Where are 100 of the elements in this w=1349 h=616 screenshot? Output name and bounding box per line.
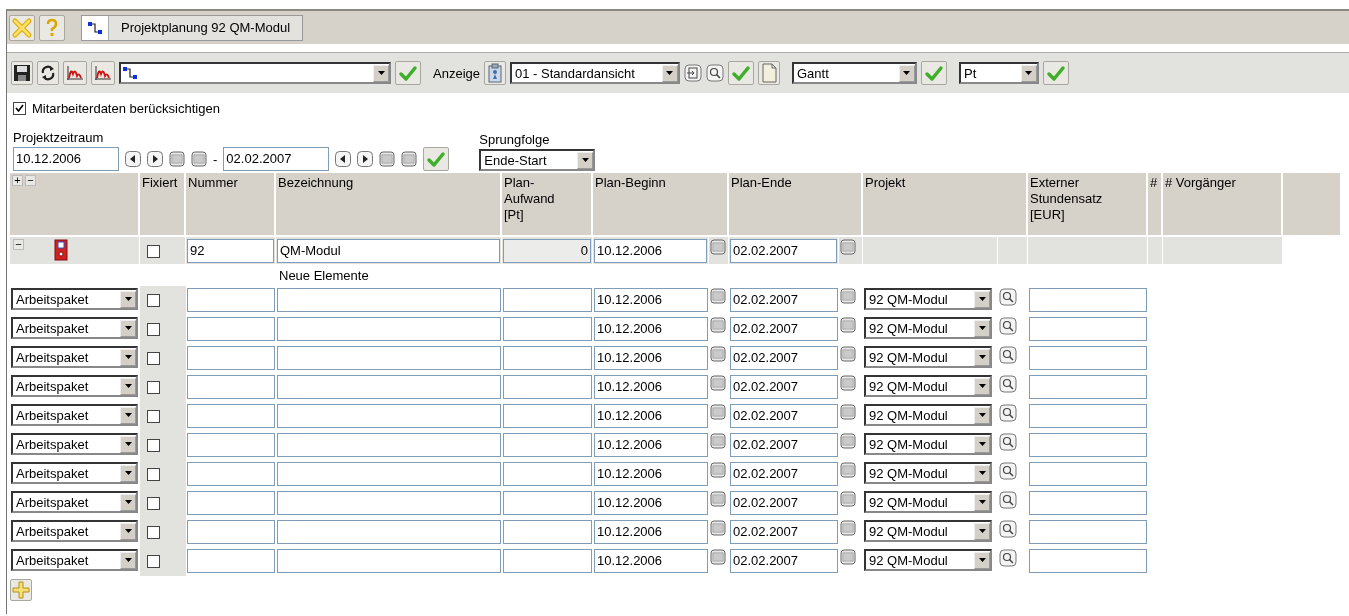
name-field[interactable] [277,462,501,486]
name-field[interactable]: QM-Modul [277,239,500,263]
calendar-icon[interactable] [710,549,726,565]
checkbox[interactable] [13,102,26,115]
date-field[interactable]: 10.12.2006 [594,317,708,341]
chart-button[interactable] [63,61,87,85]
type-select[interactable]: Arbeitspaket [11,491,138,513]
calendar-icon[interactable] [710,491,726,507]
calendar-icon[interactable] [710,239,726,255]
effort-field[interactable] [503,462,592,486]
type-select[interactable]: Arbeitspaket [11,317,138,339]
project-select[interactable]: 92 QM-Modul [864,520,992,542]
name-field[interactable] [277,520,501,544]
effort-field[interactable] [503,491,592,515]
project-select[interactable]: 92 QM-Modul [864,462,992,484]
date-field[interactable]: 10.12.2006 [594,491,708,515]
number-field[interactable] [187,346,275,370]
number-field[interactable] [187,317,275,341]
effort-field[interactable] [503,433,592,457]
calendar-icon[interactable] [710,288,726,304]
next-icon[interactable] [357,151,374,167]
search-icon[interactable] [999,288,1017,306]
rate-field[interactable] [1029,375,1147,399]
effort-field[interactable]: 0 [503,239,591,263]
date-field[interactable]: 02.02.2007 [730,462,838,486]
search-icon[interactable] [999,520,1017,538]
rate-field[interactable] [1029,433,1147,457]
number-field[interactable]: 92 [187,239,274,263]
project-tab[interactable]: Projektplanung 92 QM-Modul [108,15,303,40]
name-field[interactable] [277,433,501,457]
type-select[interactable]: Arbeitspaket [11,375,138,397]
save-button[interactable] [11,61,33,85]
project-select[interactable]: 92 QM-Modul [864,549,992,571]
name-field[interactable] [277,346,501,370]
type-select[interactable]: Arbeitspaket [11,346,138,368]
date-field[interactable]: 02.02.2007 [730,317,838,341]
rate-field[interactable] [1029,404,1147,428]
search-icon[interactable] [999,462,1017,480]
project-select[interactable]: 92 QM-Modul [864,404,992,426]
checkbox[interactable] [147,468,160,481]
checkbox[interactable] [147,245,160,258]
expand-all-button[interactable]: + [12,175,23,186]
name-field[interactable] [277,491,501,515]
project-select[interactable]: 92 QM-Modul [864,317,992,339]
type-select[interactable]: Arbeitspaket [11,462,138,484]
number-field[interactable] [187,288,275,312]
search-icon[interactable] [999,346,1017,364]
type-select[interactable]: Arbeitspaket [11,433,138,455]
plan-select[interactable] [119,62,391,84]
search-icon[interactable] [999,404,1017,422]
checkbox[interactable] [147,410,160,423]
dependency-select[interactable]: Ende-Start [479,149,596,171]
project-select[interactable]: 92 QM-Modul [864,288,992,310]
chart-type-select[interactable]: Gantt [792,62,917,84]
search-icon[interactable] [999,433,1017,451]
effort-field[interactable] [503,288,592,312]
search-icon[interactable] [999,375,1017,393]
number-field[interactable] [187,433,275,457]
date-field[interactable]: 02.02.2007 [730,520,838,544]
rate-field[interactable] [1029,549,1147,573]
calendar-icon[interactable] [840,375,856,391]
number-field[interactable] [187,375,275,399]
previous-icon[interactable] [125,151,141,167]
name-field[interactable] [277,404,501,428]
calendar-icon[interactable] [710,433,726,449]
date-field[interactable]: 02.02.2007 [223,147,330,171]
calendar-icon[interactable] [169,151,185,167]
date-field[interactable]: 10.12.2006 [594,288,708,312]
checkbox[interactable] [147,439,160,452]
previous-icon[interactable] [335,151,352,167]
chart-button[interactable] [91,61,115,85]
name-field[interactable] [277,375,501,399]
export-icon[interactable] [684,64,702,82]
effort-field[interactable] [503,317,592,341]
name-field[interactable] [277,549,501,573]
date-field[interactable]: 10.12.2006 [594,549,708,573]
calendar-icon[interactable] [840,239,856,255]
calendar-icon[interactable] [710,317,726,333]
date-field[interactable]: 10.12.2006 [594,239,707,263]
date-field[interactable]: 02.02.2007 [730,404,838,428]
rate-field[interactable] [1029,491,1147,515]
calendar-icon[interactable] [401,151,418,167]
calendar-icon[interactable] [710,375,726,391]
name-field[interactable] [277,288,501,312]
number-field[interactable] [187,520,275,544]
view-select[interactable]: 01 - Standardansicht [510,62,680,84]
calendar-icon[interactable] [191,151,207,167]
rate-field[interactable] [1029,346,1147,370]
calendar-icon[interactable] [710,520,726,536]
rate-field[interactable] [1029,288,1147,312]
rate-field[interactable] [1029,462,1147,486]
date-field[interactable]: 10.12.2006 [594,404,708,428]
collapse-all-button[interactable]: − [25,175,36,186]
search-icon[interactable] [999,491,1017,509]
effort-field[interactable] [503,520,592,544]
unit-select[interactable]: Pt [959,62,1039,84]
checkbox[interactable] [147,294,160,307]
checkbox[interactable] [147,497,160,510]
effort-field[interactable] [503,375,592,399]
refresh-button[interactable] [37,61,59,85]
